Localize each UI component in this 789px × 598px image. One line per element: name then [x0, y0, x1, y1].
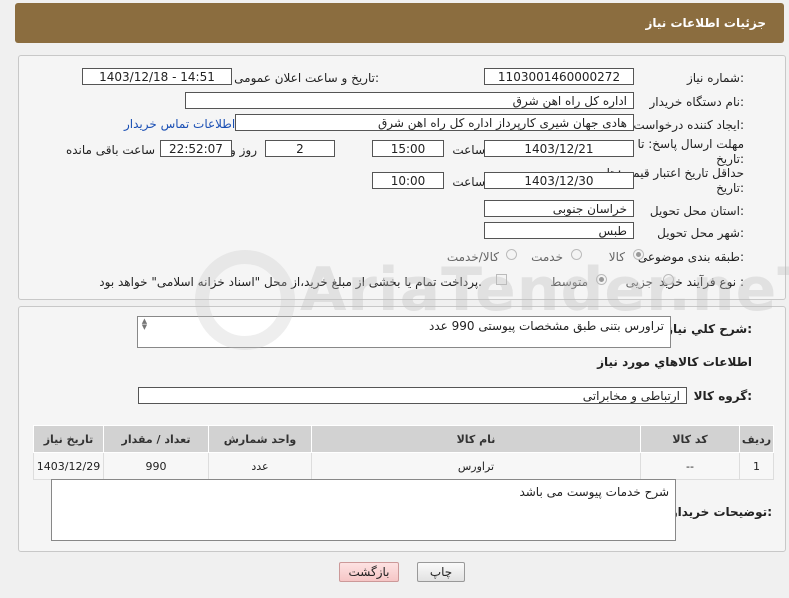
- cell-code: --: [640, 452, 740, 480]
- goods-table-header: رديف کد کالا نام کالا واحد شمارش تعداد /…: [33, 425, 774, 453]
- buyer-contact-link[interactable]: اطلاعات تماس خریدار: [124, 117, 235, 131]
- deadline-time-field: 15:00: [372, 140, 444, 157]
- process-radio-minor[interactable]: [663, 274, 674, 285]
- deadline-time-label: ساعت: [452, 143, 485, 157]
- province-field: خراسان جنوبی: [484, 200, 634, 217]
- col-row: رديف: [739, 425, 774, 453]
- city-field: طبس: [484, 222, 634, 239]
- province-label: استان محل تحویل:: [649, 204, 744, 218]
- city-label: شهر محل تحویل:: [657, 226, 744, 240]
- announce-field: 1403/12/18 - 14:51: [82, 68, 232, 85]
- validity-time-label: ساعت: [452, 175, 485, 189]
- cell-name: تراورس: [311, 452, 641, 480]
- process-option-medium: متوسط: [550, 275, 588, 289]
- goods-group-label: گروه کالا:: [693, 389, 752, 403]
- cell-unit: عدد: [208, 452, 312, 480]
- col-unit: واحد شمارش: [208, 425, 312, 453]
- table-row: 1 -- تراورس عدد 990 1403/12/29: [33, 452, 774, 480]
- textarea-spinner-icon[interactable]: ▲ ▼: [140, 318, 149, 331]
- print-button[interactable]: چاپ: [417, 562, 465, 582]
- process-radio-medium[interactable]: [596, 274, 607, 285]
- col-code: کد کالا: [640, 425, 740, 453]
- description-label: شرح کلي نياز:: [666, 322, 752, 336]
- creator-field: هادی جهان شیری کارپرداز اداره کل راه اهن…: [235, 114, 634, 131]
- days-field: 2: [265, 140, 335, 157]
- category-option-goods-service: کالا/خدمت: [446, 250, 499, 264]
- category-option-service: خدمت: [531, 250, 563, 264]
- category-radio-service[interactable]: [571, 249, 582, 260]
- buyer-notes-label: توضیحات خریدار:: [670, 505, 772, 519]
- back-button[interactable]: بازگشت: [339, 562, 399, 582]
- validity-time-field: 10:00: [372, 172, 444, 189]
- deadline-label-line2: تاریخ:: [716, 152, 744, 166]
- col-date: تاريخ نياز: [33, 425, 104, 453]
- announce-label: تاریخ و ساعت اعلان عمومی:: [234, 71, 379, 85]
- cell-qty: 990: [103, 452, 209, 480]
- buyer-notes-textarea[interactable]: شرح خدمات پیوست می باشد: [51, 479, 676, 541]
- goods-info-title: اطلاعات کالاهاي مورد نياز: [597, 355, 752, 369]
- col-qty: تعداد / مقدار: [103, 425, 209, 453]
- category-option-goods: کالا: [608, 250, 625, 264]
- remaining-time-field: 22:52:07: [160, 140, 232, 157]
- treasury-payment-checkbox[interactable]: [496, 274, 507, 285]
- deadline-label: مهلت ارسال پاسخ: تا تاریخ:: [637, 137, 744, 167]
- creator-label: ایجاد کننده درخواست:: [633, 118, 744, 132]
- cell-date: 1403/12/29: [33, 452, 104, 480]
- page-title: جزئیات اطلاعات نیاز: [645, 16, 766, 30]
- deadline-label-line1: مهلت ارسال پاسخ: تا: [637, 137, 744, 151]
- description-textarea[interactable]: تراورس بتنی طبق مشخصات پیوستی 990 عدد: [137, 316, 671, 348]
- col-name: نام کالا: [311, 425, 641, 453]
- category-radio-goods-service[interactable]: [506, 249, 517, 260]
- process-option-minor: جزیی: [625, 275, 653, 289]
- category-radio-goods[interactable]: [633, 249, 644, 260]
- validity-date-field: 1403/12/30: [484, 172, 634, 189]
- page-header: جزئیات اطلاعات نیاز: [15, 3, 784, 43]
- buyer-org-field: اداره کل راه اهن شرق: [185, 92, 634, 109]
- goods-table: رديف کد کالا نام کالا واحد شمارش تعداد /…: [33, 425, 774, 480]
- cell-row: 1: [739, 452, 774, 480]
- remaining-label: ساعت باقی مانده: [65, 143, 155, 157]
- buyer-org-label: نام دستگاه خریدار:: [649, 95, 745, 109]
- days-label: روز و: [230, 143, 257, 157]
- need-number-label: شماره نیاز:: [686, 71, 744, 85]
- category-label: طبقه بندی موضوعی:: [637, 250, 744, 264]
- need-number-field: 1103001460000272: [484, 68, 634, 85]
- treasury-payment-note: پرداخت تمام یا بخشی از مبلغ خرید،از محل …: [99, 275, 482, 289]
- deadline-date-field: 1403/12/21: [484, 140, 634, 157]
- goods-group-field: ارتباطی و مخابراتی: [138, 387, 687, 404]
